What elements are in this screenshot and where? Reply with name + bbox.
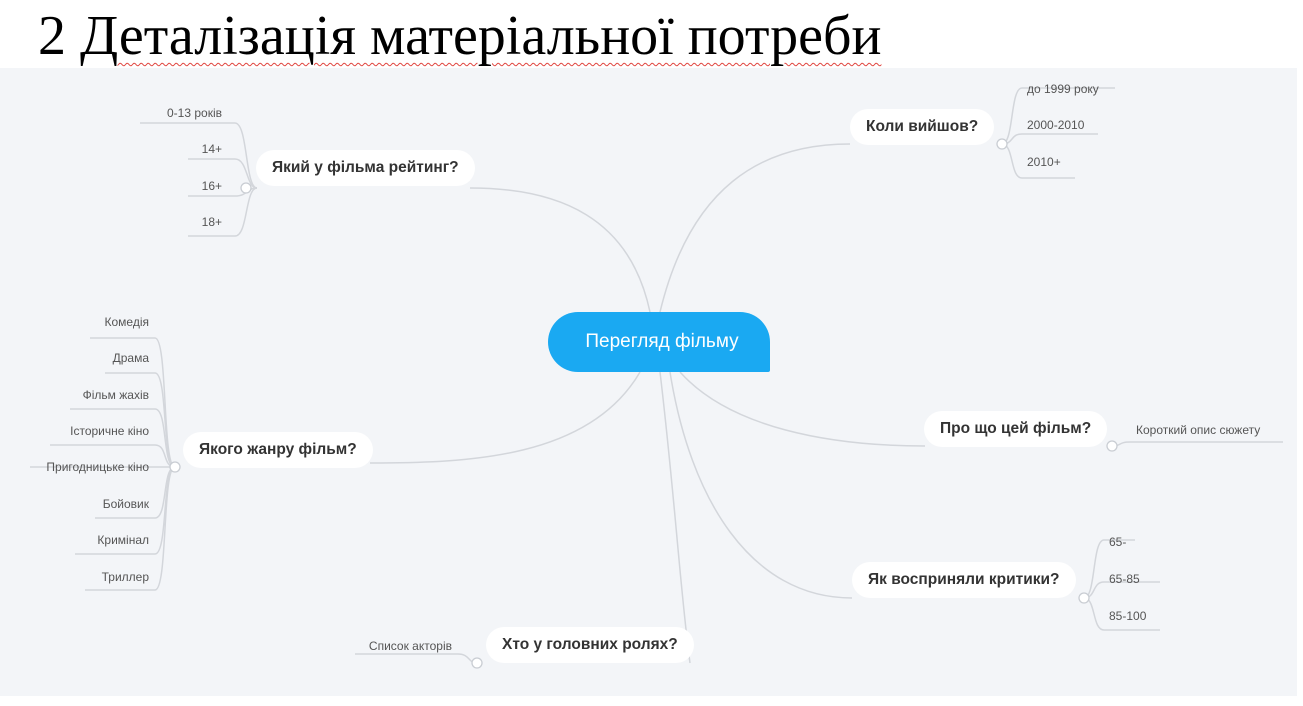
page-heading: 2 Деталізація матеріальної потреби [38, 0, 881, 68]
topic-cast[interactable]: Хто у головних ролях? [486, 627, 694, 663]
leaf-genre-8[interactable]: Триллер [102, 569, 149, 585]
leaf-genre-6[interactable]: Бойовик [103, 496, 149, 512]
node-dot-genre [169, 461, 181, 473]
connector-genre [369, 371, 641, 464]
topic-about[interactable]: Про що цей фільм? [924, 411, 1108, 447]
heading-number: 2 [38, 5, 66, 67]
node-dot-rating [240, 182, 252, 194]
leaf-critics-2[interactable]: 65-85 [1109, 571, 1140, 587]
leaf-about-1[interactable]: Короткий опис сюжету [1136, 422, 1260, 438]
connector-cast [659, 371, 691, 664]
leaf-genre-2[interactable]: Драма [113, 350, 149, 366]
node-dot-about [1106, 440, 1118, 452]
root-node[interactable]: Перегляд фільму [548, 312, 770, 372]
leaf-genre-3[interactable]: Фільм жахів [83, 387, 149, 403]
leaf-rating-4[interactable]: 18+ [202, 214, 222, 230]
topic-critics[interactable]: Як восприняли критики? [852, 562, 1076, 598]
leaf-rating-1[interactable]: 0-13 років [167, 105, 222, 121]
leaf-released-3[interactable]: 2010+ [1027, 154, 1061, 170]
leaf-released-1[interactable]: до 1999 року [1027, 81, 1099, 97]
leaf-critics-3[interactable]: 85-100 [1109, 608, 1146, 624]
topic-released[interactable]: Коли вийшов? [850, 109, 995, 145]
connector-critics [669, 371, 853, 599]
node-dot-critics [1078, 592, 1090, 604]
leaf-critics-1[interactable]: 65- [1109, 534, 1126, 550]
heading-text: Деталізація матеріальної потреби [80, 5, 882, 67]
leaf-rating-3[interactable]: 16+ [202, 178, 222, 194]
leaf-genre-4[interactable]: Історичне кіно [70, 423, 149, 439]
node-dot-released [996, 138, 1008, 150]
connector-rating [469, 187, 651, 313]
topic-rating[interactable]: Який у фільма рейтинг? [256, 150, 475, 186]
connector-about [679, 371, 926, 447]
leaf-released-2[interactable]: 2000-2010 [1027, 117, 1084, 133]
node-dot-cast [471, 657, 483, 669]
leaf-genre-5[interactable]: Пригодницьке кіно [46, 459, 149, 475]
connector-released [659, 143, 851, 313]
mindmap-canvas: Перегляд фільму Який у фільма рейтинг? К… [0, 68, 1297, 696]
leaf-rating-2[interactable]: 14+ [202, 141, 222, 157]
mindmap-connectors [30, 87, 1283, 669]
topic-genre[interactable]: Якого жанру фільм? [183, 432, 373, 468]
leaf-genre-1[interactable]: Комедія [105, 314, 150, 330]
leaf-genre-7[interactable]: Кримінал [97, 532, 149, 548]
leaf-cast-1[interactable]: Список акторів [369, 638, 452, 654]
